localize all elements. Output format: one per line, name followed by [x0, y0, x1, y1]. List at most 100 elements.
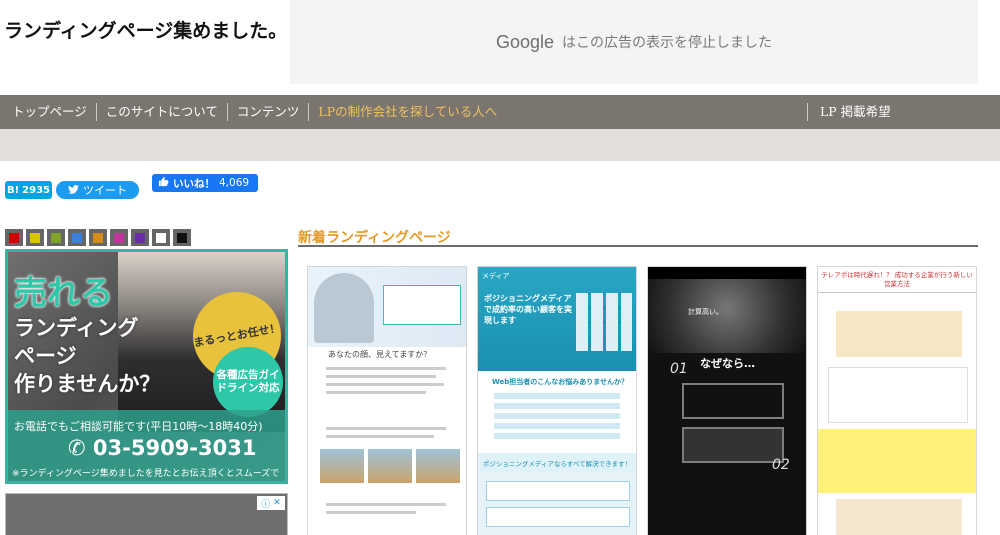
ad-choices-close[interactable]: ⓘ ✕ [257, 496, 285, 510]
card-illustration [836, 499, 962, 535]
swatch-red-color [9, 232, 19, 243]
card-question: Web担当者のこんなお悩みありませんか？ [492, 378, 629, 386]
section-divider [298, 245, 978, 247]
ad-phone-value: 03-5909-3031 [92, 436, 257, 460]
ad-badge-guideline: 各種広告ガイドライン対応 [213, 347, 283, 417]
ad-subheadline: ランディング ページ 作りませんか？ [14, 314, 160, 398]
ad-contact-text: お電話でもご相談可能です(平日10時〜18時40分) [14, 420, 263, 433]
hatena-bookmark-button[interactable]: B! 2935 [5, 181, 52, 199]
nav-item-about[interactable]: このサイトについて [97, 103, 228, 121]
card-photo [416, 449, 460, 483]
card-hero-image [648, 279, 806, 353]
ad-subline-1: ランディング [14, 316, 139, 340]
card-brand-logo: メディア [482, 272, 510, 280]
card-hero-image: メディア ポジショニングメディアで成約率の高い顧客を実現します [478, 267, 636, 371]
like-label: いいね！ [173, 177, 215, 190]
card-section: Web担当者のこんなお悩みありませんか？ [478, 371, 636, 453]
card-step-number: 02 [772, 457, 790, 473]
bullet-row [494, 403, 620, 409]
text-line [326, 367, 446, 370]
google-ad-banner: Google はこの広告の表示を停止しました [290, 0, 978, 84]
swatch-purple-color [135, 232, 145, 243]
swatch-blue[interactable] [68, 229, 86, 246]
card-photo [320, 449, 364, 483]
text-line [326, 427, 446, 430]
swatch-black-color [177, 232, 187, 243]
ad-note: ※ランディングページ集めましたを見たとお伝え頂くとスムーズです。 [12, 469, 280, 479]
google-logo: Google [495, 31, 555, 52]
section-title: 新着ランディングページ [298, 230, 451, 246]
nav-item-lp-agency[interactable]: LPの制作会社を探している人へ [309, 103, 506, 121]
screenshot-frame [682, 427, 784, 463]
icon-grid [576, 293, 632, 351]
ad-stopped-message: はこの広告の表示を停止しました [562, 35, 773, 51]
swatch-yellow-color [30, 232, 40, 243]
like-count: 4,069 [219, 177, 250, 189]
swatch-green-color [51, 232, 61, 243]
ad-subline-3: 作りませんか？ [14, 372, 161, 396]
hero-text-box [383, 285, 461, 325]
lp-card[interactable]: テレアポは時代遅れ！？ 成功する企業が行う新しい営業方法 [817, 266, 977, 535]
card-headline: テレアポは時代遅れ！？ 成功する企業が行う新しい営業方法 [818, 267, 976, 293]
card-headline: ポジショニングメディアで成約率の高い顧客を実現します [484, 294, 572, 325]
bullet-row [494, 413, 620, 419]
facebook-like-button[interactable]: いいね！ 4,069 [152, 174, 258, 192]
text-line [326, 375, 436, 378]
ad-contact-band: お電話でもご相談可能です(平日10時〜18時40分) ✆ 03-5909-303… [8, 410, 285, 481]
text-line [326, 503, 446, 506]
doctor-image [314, 273, 374, 343]
card-headline: あなたの顔、見えてますか？ [328, 350, 432, 359]
swatch-purple[interactable] [131, 229, 149, 246]
nav-item-lp-listing[interactable]: LP 掲載希望 [807, 103, 900, 121]
ad-subline-2: ページ [14, 344, 77, 368]
text-line [326, 435, 434, 438]
hatena-icon: B! [6, 184, 20, 196]
swatch-white[interactable] [152, 229, 170, 246]
twitter-bird-icon [68, 184, 79, 197]
thumbs-up-icon [158, 176, 169, 190]
swatch-yellow[interactable] [26, 229, 44, 246]
site-title[interactable]: ランディングページ集めました。 [4, 16, 287, 43]
swatch-white-color [156, 232, 166, 243]
side-ad-secondary[interactable]: ⓘ ✕ [5, 493, 288, 535]
tweet-button[interactable]: ツイート [56, 181, 139, 199]
card-illustration [828, 367, 968, 423]
card-photo [368, 449, 412, 483]
tweet-label: ツイート [83, 184, 127, 197]
lp-card[interactable]: メディア ポジショニングメディアで成約率の高い顧客を実現します Web担当者のこ… [477, 266, 637, 535]
side-banner-ad[interactable]: 売れる ランディング ページ 作りませんか？ まるっとお任せ！ 各種広告ガイドラ… [5, 249, 288, 484]
card-band-text: ポジショニングメディアならすべて解決できます！ [478, 453, 636, 473]
card-tagline: 計算高い。 [688, 308, 723, 316]
lp-card-list: あなたの顔、見えてますか？ メディア ポジショニングメディアで成約率の高い顧客を… [307, 266, 977, 535]
swatch-pink-color [114, 232, 124, 243]
card-header-bar [648, 267, 806, 279]
swatch-orange-color [93, 232, 103, 243]
text-line [326, 391, 426, 394]
feature-row [486, 481, 630, 501]
card-step-number: 01 [670, 361, 688, 377]
bullet-row [494, 423, 620, 429]
nav-item-top[interactable]: トップページ [0, 103, 97, 121]
info-icon: ⓘ [261, 499, 271, 510]
lp-card[interactable]: あなたの顔、見えてますか？ [307, 266, 467, 535]
swatch-pink[interactable] [110, 229, 128, 246]
swatch-orange[interactable] [89, 229, 107, 246]
nav-item-contents[interactable]: コンテンツ [228, 103, 310, 121]
hatena-count: 2935 [22, 184, 51, 196]
card-hero-image [308, 267, 466, 347]
card-highlight-section [818, 429, 976, 493]
swatch-black[interactable] [173, 229, 191, 246]
swatch-red[interactable] [5, 229, 23, 246]
text-line [326, 383, 444, 386]
bullet-row [494, 433, 620, 439]
ad-phone-number[interactable]: ✆ 03-5909-3031 [68, 436, 256, 460]
swatch-blue-color [72, 232, 82, 243]
card-headline: なぜなら… [700, 357, 755, 370]
swatch-green[interactable] [47, 229, 65, 246]
main-nav: トップページ このサイトについて コンテンツ LPの制作会社を探している人へ L… [0, 95, 1000, 129]
subnav-bar [0, 129, 1000, 161]
phone-icon: ✆ [68, 436, 86, 460]
screenshot-frame [682, 383, 784, 419]
feature-row [486, 507, 630, 527]
lp-card[interactable]: 計算高い。 なぜなら… 01 02 [647, 266, 807, 535]
